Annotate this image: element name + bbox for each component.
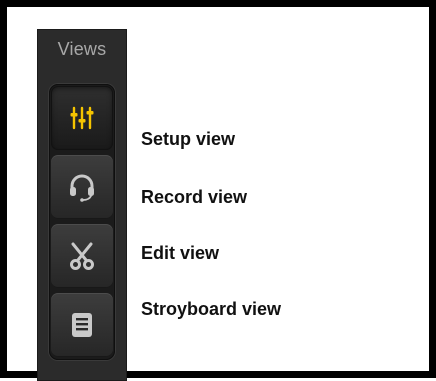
scissors-icon [70, 242, 94, 270]
storyboard-icon [72, 313, 92, 337]
storyboard-view-button[interactable] [51, 293, 113, 357]
edit-view-button[interactable] [51, 224, 113, 288]
screenshot-frame: Views Setup view Record view Edit view S… [0, 0, 436, 381]
edit-view-label: Edit view [141, 243, 220, 263]
headphones-icon [70, 174, 94, 202]
views-panel-title: Views [57, 39, 107, 59]
storyboard-view-label: Stroyboard view [141, 299, 282, 319]
record-view-label: Record view [141, 187, 248, 207]
views-panel: Views [37, 29, 127, 381]
mixer-sliders-icon [70, 106, 94, 130]
record-view-button[interactable] [51, 155, 113, 219]
setup-view-button[interactable] [51, 86, 113, 150]
setup-view-label: Setup view [141, 129, 236, 149]
view-switcher [49, 84, 115, 360]
